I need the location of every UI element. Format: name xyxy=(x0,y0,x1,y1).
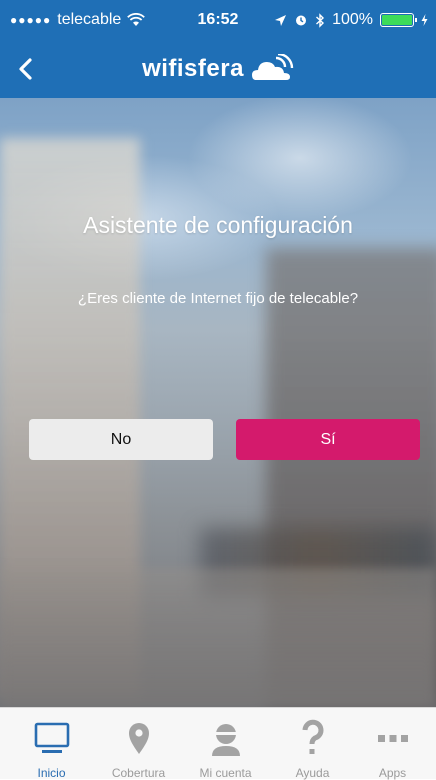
blurred-street-background xyxy=(0,98,436,707)
status-bar: ●●●●● telecable 16:52 100% xyxy=(0,0,436,40)
tab-inicio[interactable]: Inicio xyxy=(8,708,95,780)
cloud-wifi-icon xyxy=(251,54,294,80)
no-button[interactable]: No xyxy=(29,419,213,460)
apps-icon xyxy=(377,735,408,742)
tab-apps[interactable]: Apps xyxy=(349,708,436,780)
status-right: 100% xyxy=(274,11,428,29)
user-icon xyxy=(211,724,240,756)
bluetooth-icon xyxy=(316,12,325,28)
tab-cobertura[interactable]: Cobertura xyxy=(95,708,182,780)
tab-ayuda[interactable]: Ayuda xyxy=(269,708,356,780)
tab-bar: Inicio Cobertura Mi cuenta Ayuda Apps xyxy=(0,707,436,780)
tab-label: Inicio xyxy=(37,766,66,780)
alarm-icon xyxy=(296,15,307,26)
question-text: ¿Eres cliente de Internet fijo de teleca… xyxy=(77,290,359,307)
background-street xyxy=(0,568,436,707)
app-logo: wifisfera xyxy=(0,54,436,84)
charging-icon xyxy=(421,14,428,26)
nav-bar: wifisfera xyxy=(0,40,436,98)
battery-icon xyxy=(380,13,417,27)
question-icon xyxy=(302,719,323,754)
header: ●●●●● telecable 16:52 100% wifisfera xyxy=(0,0,436,98)
battery-percent: 100% xyxy=(332,11,373,28)
tab-label: Ayuda xyxy=(295,766,330,780)
location-arrow-icon xyxy=(275,14,287,26)
tab-label: Mi cuenta xyxy=(199,766,252,780)
map-pin-icon xyxy=(128,723,149,754)
tab-label: Cobertura xyxy=(111,766,166,780)
yes-button[interactable]: Sí xyxy=(236,419,420,460)
page-title: Asistente de configuración xyxy=(83,212,353,238)
monitor-icon xyxy=(34,722,69,753)
logo-text: wifisfera xyxy=(142,55,244,82)
tab-label: Apps xyxy=(378,766,407,780)
tab-mi-cuenta[interactable]: Mi cuenta xyxy=(182,708,269,780)
